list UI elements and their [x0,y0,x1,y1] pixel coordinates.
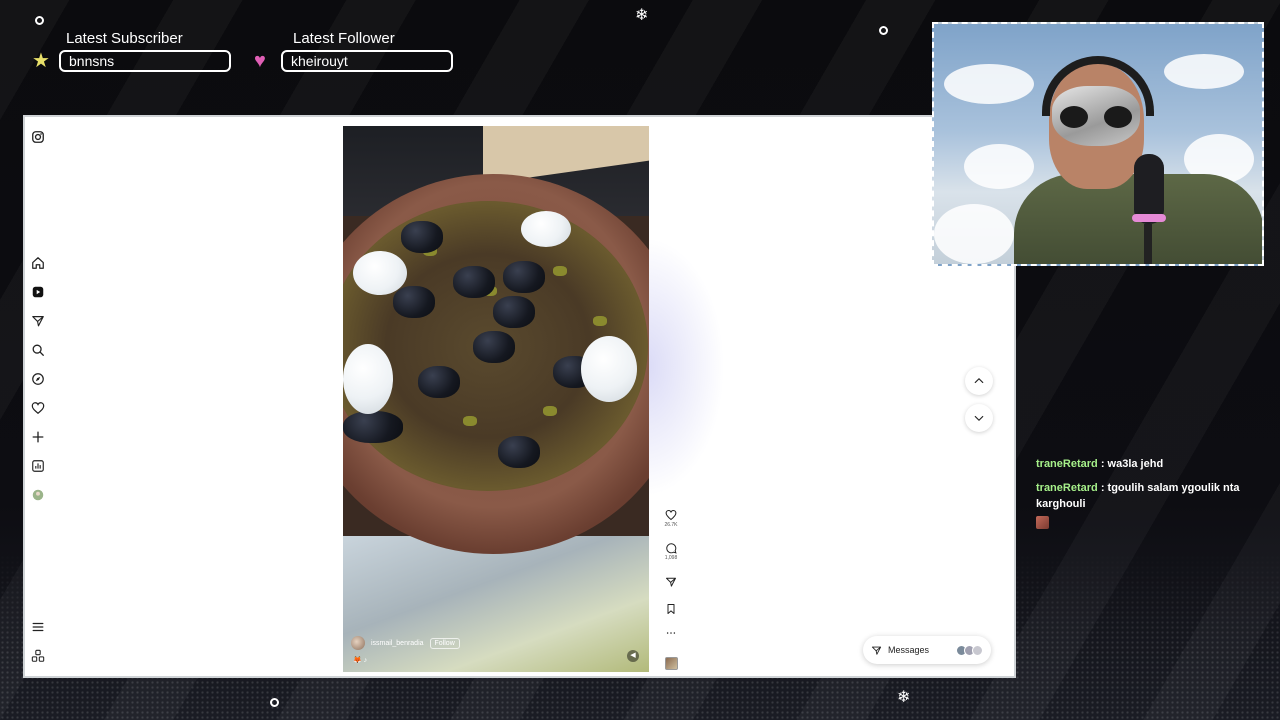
reel-glow [645,237,725,497]
messages-button[interactable]: Messages [863,636,991,664]
webcam-feed [932,22,1264,266]
chat-username: traneRetard [1036,482,1098,494]
comment-count: 1,098 [664,555,678,561]
chat-message: traneRetard : tgoulih salam ygoulik nta … [1036,480,1272,530]
chat-username: traneRetard [1036,458,1098,470]
follow-button[interactable]: Follow [429,637,460,649]
mute-icon[interactable]: ◀ [627,650,639,662]
like-action[interactable]: 26.7K [661,509,681,528]
audio-thumbnail[interactable] [665,657,678,670]
instagram-sidebar [25,117,53,676]
comment-icon [666,543,677,554]
stream-chat: traneRetard : wa3la jehd traneRetard : t… [1036,456,1272,538]
dashboard-icon[interactable] [30,458,46,474]
messages-send-icon [871,646,882,655]
decor-ring [270,698,279,707]
explore-icon[interactable] [30,371,46,387]
reel-author-username[interactable]: issmail_benradia [371,640,424,647]
reel-video[interactable]: issmail_benradia Follow 🦊 ♪ ◀ [343,126,649,672]
reel-audio[interactable]: 🦊 ♪ [353,656,367,664]
messages-icon[interactable] [30,313,46,329]
reel-author: issmail_benradia Follow [351,636,460,650]
more-action[interactable] [661,627,681,639]
chat-message: traneRetard : wa3la jehd [1036,456,1272,472]
comment-action[interactable]: 1,098 [661,542,681,561]
microphone-arm [1144,224,1152,264]
chevron-up-icon [974,378,984,384]
save-action[interactable] [661,603,681,615]
counter-surface [343,536,649,672]
decor-sparkle-icon: ❄ [897,689,911,706]
create-icon[interactable] [30,429,46,445]
previous-reel-button[interactable] [965,367,993,395]
messages-label: Messages [888,645,930,655]
latest-follower-title: Latest Follower [293,30,395,47]
sunglasses-left [1060,106,1088,128]
decor-ring [879,26,888,35]
chat-emote-icon [1036,515,1049,529]
microphone-light [1132,214,1166,222]
more-menu-icon[interactable] [30,619,46,635]
messages-avatars [956,644,983,656]
more-options-icon [666,632,676,634]
home-icon[interactable] [30,255,46,271]
reel-author-avatar[interactable] [351,636,365,650]
chevron-down-icon [974,415,984,421]
next-reel-button[interactable] [965,404,993,432]
share-action[interactable] [661,576,681,588]
heart-icon: ♥ [254,50,266,72]
sunglasses-right [1104,106,1132,128]
search-icon[interactable] [30,342,46,358]
decor-ring [35,16,44,25]
instagram-logo-icon[interactable] [30,129,46,145]
share-icon [666,577,676,587]
bookmark-icon [667,604,675,614]
star-icon: ★ [32,50,50,72]
decor-sparkle-icon: ❄ [635,7,649,24]
notifications-icon[interactable] [30,400,46,416]
instagram-browser-window: issmail_benradia Follow 🦊 ♪ ◀ 26.7K 1,09… [23,115,1016,678]
chat-text: : wa3la jehd [1100,458,1164,470]
latest-follower-value: kheirouyt [281,50,453,72]
like-count: 26.7K [664,522,678,528]
reels-icon[interactable] [30,284,46,300]
like-icon [665,509,677,521]
latest-subscriber-title: Latest Subscriber [66,30,183,47]
meta-icon[interactable] [30,648,46,664]
latest-subscriber-value: bnnsns [59,50,231,72]
profile-avatar-icon[interactable] [30,487,46,503]
